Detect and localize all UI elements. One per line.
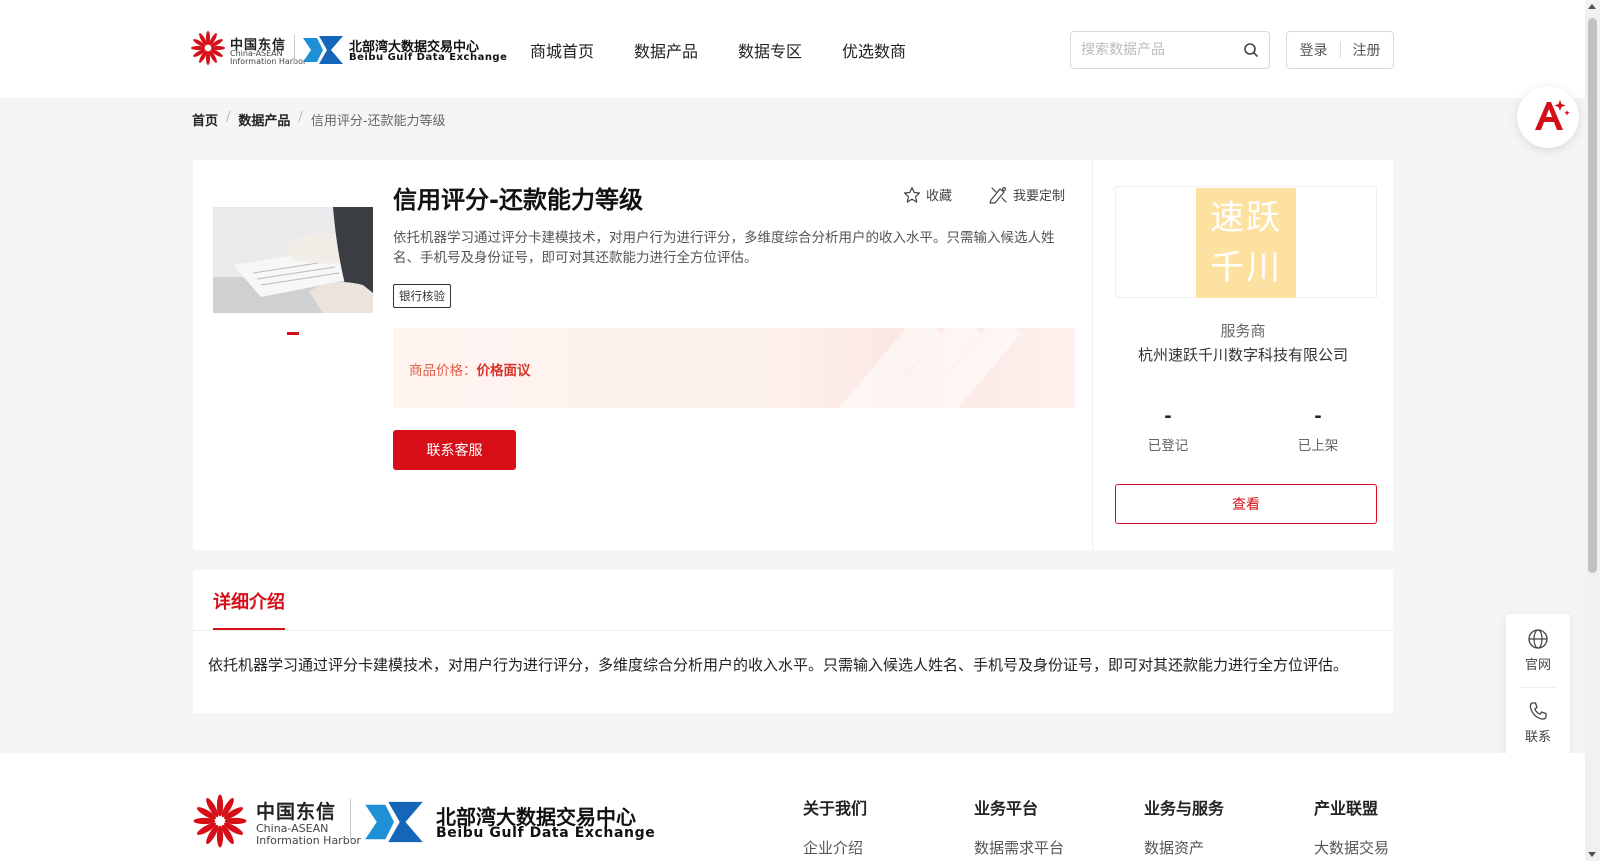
stat-value: - [1164, 406, 1172, 427]
footer-col-alliance: 产业联盟 大数据交易 [1314, 795, 1389, 858]
search-input[interactable] [1081, 40, 1231, 60]
scroll-down-arrow-icon[interactable] [1588, 852, 1596, 857]
breadcrumb: 首页 / 数据产品 / 信用评分-还款能力等级 [192, 110, 446, 129]
login-button[interactable]: 登录 [1300, 40, 1328, 60]
active-tab-indicator [213, 628, 285, 630]
detail-text: 依托机器学习通过评分卡建模技术，对用户行为进行评分，多维度综合分析用户的收入水平… [208, 656, 1349, 674]
favorite-label: 收藏 [926, 189, 953, 204]
side-divider [1520, 687, 1556, 688]
footer-link[interactable]: 数据需求平台 [974, 837, 1064, 858]
site-footer: 中国东信 China-ASEAN Information Harbor 北部湾大数… [0, 753, 1585, 861]
globe-icon [1528, 629, 1548, 649]
footer-beibu-gulf-subtext: Beibu Gulf Data Exchange [436, 825, 656, 841]
nav-item-preferred-vendors[interactable]: 优选数商 [842, 38, 906, 62]
logo-en-line2: Information Harbor [256, 834, 361, 847]
stat-label: 已上架 [1297, 438, 1339, 454]
provider-logo-frame: 速跃 千川 [1115, 186, 1377, 298]
breadcrumb-separator: / [226, 110, 231, 125]
side-item-label: 官网 [1524, 658, 1551, 673]
scroll-up-arrow-icon[interactable] [1588, 4, 1596, 9]
breadcrumb-separator: / [298, 110, 303, 125]
beibu-gulf-logo-subtext: Beibu Gulf Data Exchange [349, 52, 508, 63]
provider-role: 服务商 [1220, 322, 1266, 340]
stat-registered: - 已登记 [1118, 406, 1218, 454]
star-icon [903, 186, 921, 203]
view-provider-button[interactable]: 查看 [1115, 484, 1377, 524]
side-item-official-site[interactable]: 官网 [1506, 628, 1570, 673]
price-value: 价格面议 [476, 363, 531, 379]
china-telecom-flower-icon [193, 794, 247, 848]
side-item-contact[interactable]: 联系 [1506, 700, 1570, 745]
detail-section: 详细介绍 依托机器学习通过评分卡建模技术，对用户行为进行评分，多维度综合分析用户… [193, 570, 1393, 713]
footer-link[interactable]: 企业介绍 [803, 837, 867, 858]
auth-group: 登录 注册 [1286, 31, 1394, 69]
china-telecom-flower-icon [191, 31, 225, 65]
breadcrumb-current: 信用评分-还款能力等级 [310, 114, 446, 129]
footer-logo-subtext: China-ASEAN Information Harbor [256, 823, 361, 847]
main-nav: 商城首页 数据产品 数据专区 优选数商 [530, 38, 906, 62]
beibu-gulf-mark-icon [303, 36, 343, 64]
tab-detail-intro[interactable]: 详细介绍 [213, 588, 285, 614]
page-scrollbar[interactable] [1585, 0, 1600, 861]
product-image-illustration [213, 207, 373, 313]
product-title: 信用评分-还款能力等级 [393, 186, 643, 214]
favorite-button[interactable]: 收藏 [903, 185, 952, 204]
footer-beibu-gulf-logo[interactable]: 北部湾大数据交易中心 Beibu Gulf Data Exchange [364, 799, 664, 845]
search-icon[interactable] [1243, 42, 1259, 58]
footer-link[interactable]: 大数据交易 [1314, 837, 1389, 858]
beibu-gulf-logo[interactable]: 北部湾大数据交易中心 Beibu Gulf Data Exchange [303, 34, 507, 68]
customize-button[interactable]: 我要定制 [988, 185, 1065, 204]
price-label: 商品价格：价格面议 [409, 359, 531, 379]
stat-listed: - 已上架 [1268, 406, 1368, 454]
breadcrumb-data-products[interactable]: 数据产品 [238, 110, 290, 129]
footer-col-heading: 关于我们 [803, 799, 868, 818]
nav-item-data-products[interactable]: 数据产品 [634, 38, 698, 62]
nav-item-mall-home[interactable]: 商城首页 [530, 38, 594, 62]
footer-col-services: 业务与服务 数据资产 [1144, 795, 1224, 858]
customize-icon [989, 186, 1007, 204]
footer-col-heading: 业务平台 [974, 799, 1039, 818]
ai-assistant-button[interactable] [1517, 86, 1579, 148]
ai-assistant-icon [1535, 100, 1570, 130]
price-box: 商品价格：价格面议 [393, 328, 1075, 408]
side-float-toolbar: 官网 联系 [1506, 614, 1570, 760]
side-item-label: 联系 [1524, 730, 1551, 745]
stat-label: 已登记 [1147, 438, 1189, 454]
site-header: 中国东信 China-ASEAN Information Harbor 北部湾大数… [0, 0, 1585, 98]
footer-link[interactable]: 数据资产 [1144, 837, 1224, 858]
footer-col-platform: 业务平台 数据需求平台 [974, 795, 1064, 858]
tab-bar-divider [193, 630, 1393, 631]
product-tag: 银行核验 [393, 284, 451, 308]
beibu-gulf-mark-icon [365, 801, 423, 843]
search-box [1070, 31, 1270, 69]
logo-divider [294, 34, 295, 64]
product-card: 信用评分-还款能力等级 收藏 我要定制 依托机器学习通过评分卡建模技术，对用户行… [193, 160, 1393, 550]
breadcrumb-home[interactable]: 首页 [192, 110, 218, 129]
china-telecom-logo[interactable]: 中国东信 China-ASEAN Information Harbor [190, 28, 306, 68]
nav-item-data-zone[interactable]: 数据专区 [738, 38, 802, 62]
footer-col-heading: 业务与服务 [1144, 799, 1225, 818]
footer-col-heading: 产业联盟 [1314, 799, 1379, 818]
contact-service-button[interactable]: 联系客服 [393, 430, 516, 470]
footer-china-telecom-logo[interactable]: 中国东信 China-ASEAN Information Harbor [192, 793, 361, 849]
scrollbar-thumb[interactable] [1588, 18, 1597, 573]
footer-col-about: 关于我们 企业介绍 [803, 795, 867, 858]
register-button[interactable]: 注册 [1353, 40, 1381, 60]
auth-divider [1339, 42, 1341, 58]
price-label-text: 商品价格： [409, 363, 477, 379]
provider-logo-line2: 千川 [1210, 248, 1282, 288]
customize-label: 我要定制 [1013, 189, 1066, 204]
stat-value: - [1314, 406, 1322, 427]
provider-name: 杭州速跃千川数字科技有限公司 [1137, 346, 1348, 364]
footer-logo-divider [350, 799, 351, 843]
footer-logo-text: 中国东信 [256, 801, 337, 823]
image-carousel-indicator[interactable] [287, 332, 299, 335]
provider-logo-line1: 速跃 [1210, 198, 1282, 238]
provider-logo[interactable]: 速跃 千川 [1196, 188, 1296, 298]
product-description: 依托机器学习通过评分卡建模技术，对用户行为进行评分，多维度综合分析用户的收入水平… [393, 230, 1055, 266]
product-image[interactable] [213, 207, 373, 313]
phone-icon [1529, 702, 1547, 720]
